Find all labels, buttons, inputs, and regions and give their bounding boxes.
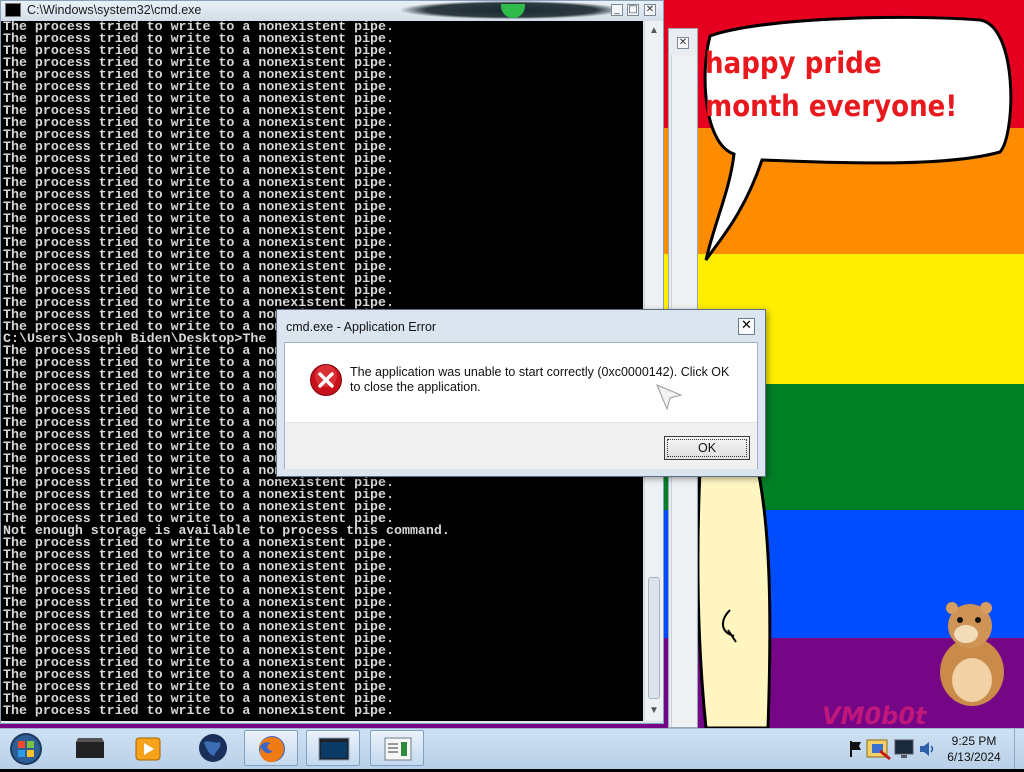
cmd-icon	[5, 3, 21, 17]
clock-time: 9:25 PM	[951, 734, 997, 748]
flag-icon[interactable]	[848, 739, 864, 759]
monitor-icon[interactable]	[894, 737, 914, 761]
taskbar-globe[interactable]	[186, 730, 240, 766]
taskbar-media-player[interactable]	[122, 730, 176, 766]
close-icon[interactable]: ✕	[738, 318, 755, 335]
show-desktop-button[interactable]	[1014, 729, 1024, 769]
error-icon	[310, 364, 342, 396]
speech-bubble-text: happy pride month everyone!	[705, 46, 958, 123]
watermark-text: VM0b0t	[822, 702, 927, 728]
media-player-icon	[135, 737, 161, 761]
cmd-titlebar[interactable]: C:\Windows\system32\cmd.exe _ □ ✕	[1, 1, 663, 21]
cmd-window-title: C:\Windows\system32\cmd.exe	[27, 3, 202, 17]
drive-icon	[76, 738, 104, 758]
taskbar-firefox[interactable]	[244, 730, 298, 766]
hamster-image	[940, 602, 1004, 706]
scroll-down-icon[interactable]: ▼	[649, 705, 659, 716]
stick-figure-drawing	[696, 470, 772, 728]
start-orb-icon[interactable]	[6, 731, 46, 767]
maximize-icon[interactable]: □	[627, 4, 639, 16]
minimize-icon[interactable]: _	[611, 4, 623, 16]
cmd-icon	[318, 737, 350, 761]
taskbar-cmd[interactable]	[306, 730, 360, 766]
application-error-dialog[interactable]: cmd.exe - Application Error ✕ The applic…	[276, 309, 766, 477]
dialog-titlebar[interactable]: cmd.exe - Application Error ✕	[277, 310, 765, 342]
volume-icon[interactable]	[918, 740, 936, 758]
close-icon[interactable]: ✕	[677, 37, 689, 49]
firefox-icon	[259, 736, 285, 763]
globe-icon	[199, 734, 227, 762]
taskbar-drive[interactable]	[64, 730, 118, 766]
notepad-icon	[384, 737, 412, 761]
scroll-up-icon[interactable]: ▲	[649, 25, 659, 36]
taskbar: 9:25 PM 6/13/2024	[0, 728, 1024, 769]
dialog-title: cmd.exe - Application Error	[286, 320, 437, 334]
network-icon[interactable]	[866, 737, 892, 761]
mouse-cursor-icon	[656, 384, 683, 411]
scroll-thumb[interactable]	[648, 577, 660, 699]
taskbar-notepad[interactable]	[370, 730, 424, 766]
clock-date: 6/13/2024	[947, 750, 1001, 764]
system-tray	[840, 729, 940, 769]
close-icon[interactable]: ✕	[644, 4, 656, 16]
taskbar-clock[interactable]: 9:25 PM 6/13/2024	[938, 733, 1010, 765]
dialog-footer: OK	[285, 422, 757, 469]
dialog-body: The application was unable to start corr…	[284, 342, 758, 469]
ok-button[interactable]: OK	[664, 436, 750, 460]
